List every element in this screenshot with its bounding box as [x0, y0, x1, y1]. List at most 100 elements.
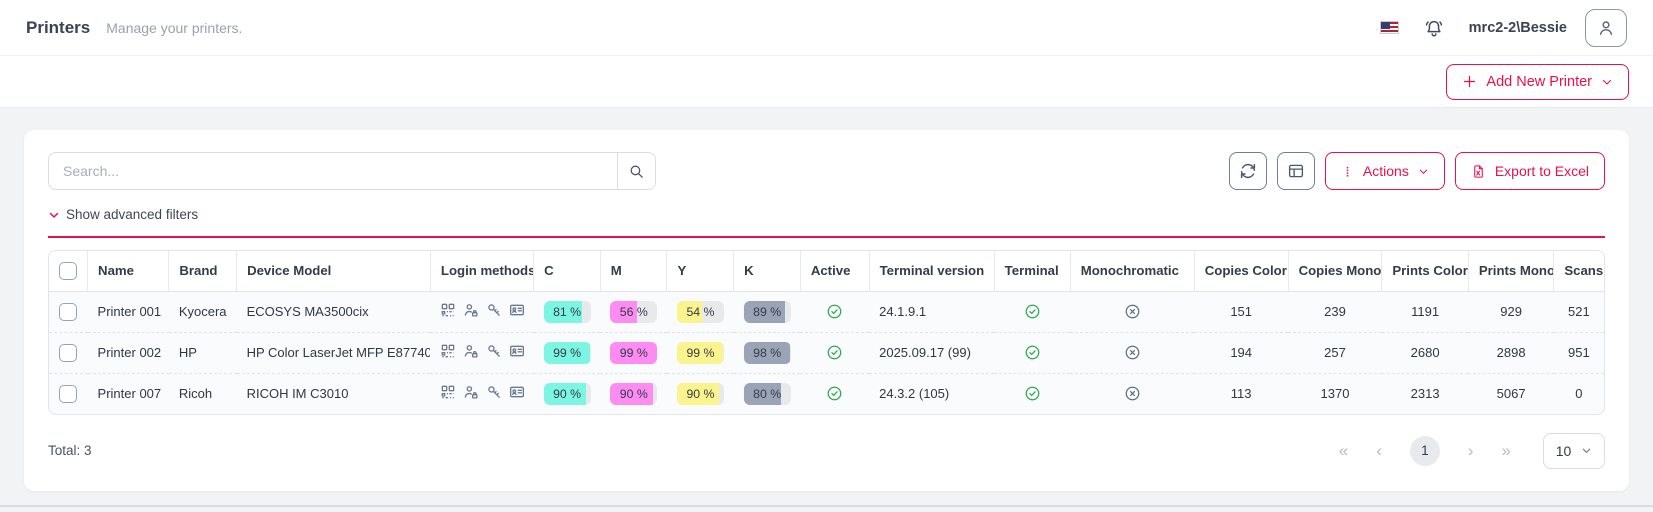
- column-header-prints-mono[interactable]: Prints Mono: [1468, 251, 1553, 292]
- column-header-device-model[interactable]: Device Model: [237, 251, 431, 292]
- page-title: Printers: [26, 18, 90, 38]
- terminal-status: [994, 291, 1070, 332]
- search-box: [48, 152, 656, 190]
- user-lock-icon: [463, 343, 479, 359]
- header-right: mrc2-2\Bessie: [1380, 9, 1627, 47]
- table-row: Printer 002HPHP Color LaserJet MFP E8774…: [49, 332, 1604, 373]
- check-circle-icon: [826, 344, 843, 361]
- select-all-checkbox[interactable]: [59, 262, 77, 280]
- qr-code-icon: [440, 343, 456, 359]
- page-size-select[interactable]: 10: [1543, 433, 1605, 469]
- search-button[interactable]: [617, 153, 655, 189]
- export-to-excel-button[interactable]: Export to Excel: [1455, 152, 1605, 190]
- qr-code-icon: [440, 384, 456, 400]
- active-status: [800, 291, 869, 332]
- show-advanced-filters-toggle[interactable]: Show advanced filters: [48, 207, 198, 222]
- monochromatic-status: [1070, 373, 1194, 414]
- previous-page-button[interactable]: ‹: [1376, 442, 1382, 459]
- key-icon: [486, 384, 502, 400]
- printers-table: NameBrandDevice ModelLogin methodsCMYKAc…: [49, 251, 1604, 414]
- id-card-icon: [509, 343, 525, 359]
- table-header-row: NameBrandDevice ModelLogin methodsCMYKAc…: [49, 251, 1604, 292]
- notifications-bell-icon[interactable]: [1423, 17, 1445, 39]
- toner-badge-cyan: 99 %: [544, 342, 591, 364]
- column-header-y[interactable]: Y: [667, 251, 734, 292]
- kebab-menu-icon: [1341, 164, 1354, 179]
- refresh-button[interactable]: [1229, 152, 1267, 190]
- column-header-copies-mono[interactable]: Copies Mono: [1288, 251, 1382, 292]
- actions-label: Actions: [1363, 163, 1409, 179]
- actions-button[interactable]: Actions: [1325, 152, 1445, 190]
- window-bottom-edge: [0, 505, 1653, 507]
- login-methods: [430, 332, 533, 373]
- column-header-prints-color[interactable]: Prints Color: [1382, 251, 1469, 292]
- column-settings-button[interactable]: [1277, 152, 1315, 190]
- monochromatic-status: [1070, 291, 1194, 332]
- column-header-name[interactable]: Name: [88, 251, 169, 292]
- search-input[interactable]: [49, 153, 617, 189]
- printer-brand: HP: [169, 332, 237, 373]
- column-header-c[interactable]: C: [534, 251, 601, 292]
- column-header-brand[interactable]: Brand: [169, 251, 237, 292]
- row-checkbox[interactable]: [59, 303, 77, 321]
- excel-file-icon: [1471, 164, 1486, 179]
- toner-yellow: 99 %: [667, 332, 734, 373]
- column-header-checkbox: [49, 251, 88, 292]
- prints-mono: 929: [1468, 291, 1553, 332]
- language-flag-icon[interactable]: [1380, 21, 1399, 34]
- column-header-terminal[interactable]: Terminal: [994, 251, 1070, 292]
- toner-magenta: 99 %: [600, 332, 667, 373]
- refresh-icon: [1239, 162, 1257, 180]
- row-checkbox-cell: [49, 332, 88, 373]
- column-header-login-methods[interactable]: Login methods: [430, 251, 533, 292]
- prints-color: 2313: [1382, 373, 1469, 414]
- column-header-scans[interactable]: Scans: [1554, 251, 1604, 292]
- add-new-printer-button[interactable]: Add New Printer: [1446, 64, 1629, 100]
- page-size-value: 10: [1556, 443, 1572, 459]
- login-methods: [430, 291, 533, 332]
- current-page-button[interactable]: 1: [1410, 436, 1440, 466]
- column-header-monochromatic[interactable]: Monochromatic: [1070, 251, 1194, 292]
- total-count-label: Total: 3: [48, 443, 92, 458]
- toner-black: 80 %: [734, 373, 801, 414]
- printers-card: Actions Export to Excel Show advanced fi…: [24, 130, 1629, 491]
- toner-cyan: 90 %: [534, 373, 601, 414]
- main-content: Actions Export to Excel Show advanced fi…: [0, 108, 1653, 512]
- check-circle-icon: [826, 303, 843, 320]
- x-circle-icon: [1124, 344, 1141, 361]
- add-new-printer-label: Add New Printer: [1486, 74, 1592, 90]
- table-row: Printer 001KyoceraECOSYS MA3500cix81 %56…: [49, 291, 1604, 332]
- last-page-button[interactable]: »: [1502, 442, 1511, 459]
- terminal-version: 24.1.9.1: [869, 291, 994, 332]
- column-header-terminal-version[interactable]: Terminal version: [869, 251, 994, 292]
- current-user-label: mrc2-2\Bessie: [1469, 20, 1567, 36]
- column-header-m[interactable]: M: [600, 251, 667, 292]
- action-bar: Add New Printer: [0, 56, 1653, 108]
- toner-badge-magenta: 90 %: [610, 383, 657, 405]
- monochromatic-status: [1070, 332, 1194, 373]
- user-menu-button[interactable]: [1585, 9, 1627, 47]
- toner-badge-magenta: 99 %: [610, 342, 657, 364]
- prints-mono: 2898: [1468, 332, 1553, 373]
- printer-name: Printer 002: [88, 332, 169, 373]
- printer-brand: Kyocera: [169, 291, 237, 332]
- row-checkbox[interactable]: [59, 344, 77, 362]
- next-page-button[interactable]: ›: [1468, 442, 1474, 459]
- x-circle-icon: [1124, 385, 1141, 402]
- copies-color: 113: [1194, 373, 1288, 414]
- column-header-active[interactable]: Active: [800, 251, 869, 292]
- toner-cyan: 81 %: [534, 291, 601, 332]
- toner-badge-key: 98 %: [744, 342, 791, 364]
- first-page-button[interactable]: «: [1339, 442, 1348, 459]
- check-circle-icon: [1024, 303, 1041, 320]
- key-icon: [486, 343, 502, 359]
- table-row: Printer 007RicohRICOH IM C301090 %90 %90…: [49, 373, 1604, 414]
- table-body: Printer 001KyoceraECOSYS MA3500cix81 %56…: [49, 291, 1604, 414]
- row-checkbox[interactable]: [59, 385, 77, 403]
- toner-black: 98 %: [734, 332, 801, 373]
- toner-badge-key: 89 %: [744, 301, 791, 323]
- column-header-copies-color[interactable]: Copies Color: [1194, 251, 1288, 292]
- prints-mono: 5067: [1468, 373, 1553, 414]
- copies-color: 194: [1194, 332, 1288, 373]
- column-header-k[interactable]: K: [734, 251, 801, 292]
